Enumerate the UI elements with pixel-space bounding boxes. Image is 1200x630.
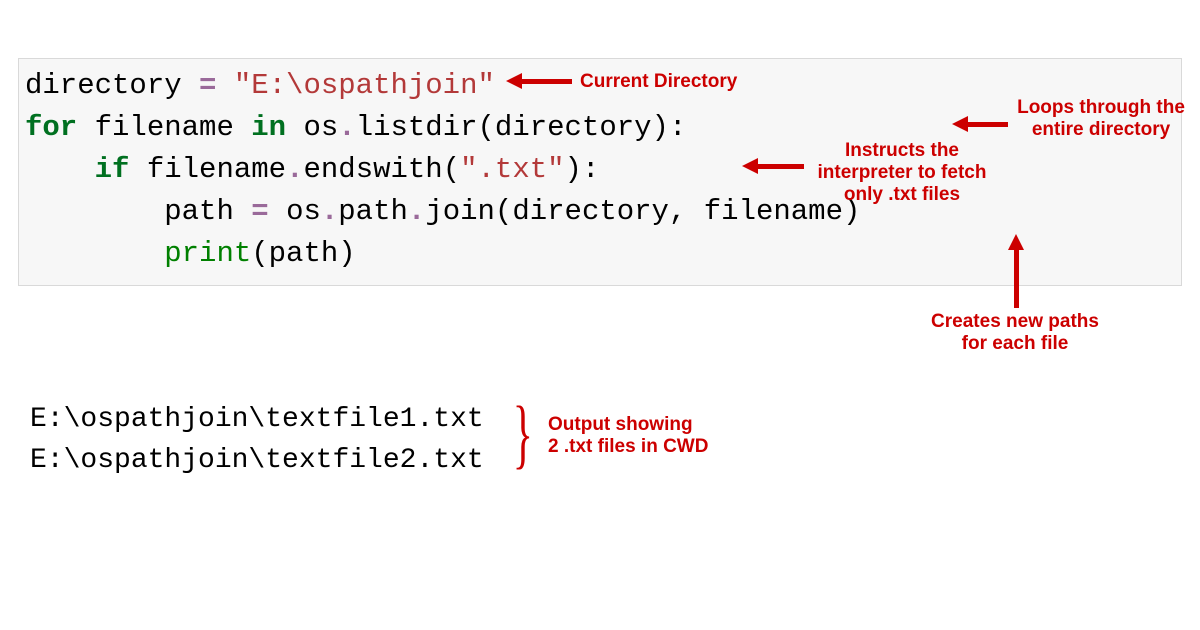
indent [25,195,164,228]
token-var: directory [25,69,199,102]
annotation-text: Instructs the [845,140,959,161]
annotation-text: Current Directory [580,71,737,92]
arrow-up-icon [1008,234,1024,308]
token-op: = [199,69,234,102]
token: os [286,111,338,144]
token: os [286,195,321,228]
arrow-left-icon [952,116,1008,132]
annotation-text: interpreter to fetch [818,162,987,183]
annotation-text: Creates new paths [931,311,1099,332]
token-keyword: in [251,111,286,144]
token-dot: . [408,195,425,228]
token: join(directory, filename) [425,195,860,228]
token: endswith( [303,153,460,186]
arrow-left-icon [742,158,804,174]
token-keyword: if [95,153,130,186]
annotation-text: entire directory [1032,119,1170,140]
token: path [338,195,408,228]
annotation-instructs-fetch: Instructs the interpreter to fetch only … [802,140,1002,206]
output-line-2: E:\ospathjoin\textfile2.txt [30,441,484,482]
code-line-4: path = os.path.join(directory, filename) [19,191,1181,233]
token-keyword: for [25,111,77,144]
annotation-text: for each file [962,333,1069,354]
annotation-text: Loops through the [1017,97,1185,118]
indent [25,237,164,270]
token-dot: . [338,111,355,144]
token-string: ".txt" [460,153,564,186]
annotation-text: 2 .txt files in CWD [548,436,708,457]
token: filename [77,111,251,144]
annotation-loops-directory: Loops through the entire directory [1010,97,1192,141]
token: path [164,195,251,228]
arrow-left-icon [506,73,572,89]
token-dot: . [286,153,303,186]
annotation-current-directory: Current Directory [580,71,737,93]
token-funcname: print [164,237,251,270]
token-op: = [251,195,286,228]
token: (path) [251,237,355,270]
token-dot: . [321,195,338,228]
token: filename [129,153,286,186]
brace-icon: } [513,397,533,474]
annotation-text: only .txt files [844,184,960,205]
annotation-text: Output showing [548,414,693,435]
indent [25,153,95,186]
output-line-1: E:\ospathjoin\textfile1.txt [30,400,484,441]
annotation-output-description: Output showing 2 .txt files in CWD [548,414,748,458]
token: ): [565,153,600,186]
code-line-3: if filename.endswith(".txt"): [19,149,1181,191]
annotation-creates-paths: Creates new paths for each file [908,311,1122,355]
output-panel: E:\ospathjoin\textfile1.txt E:\ospathjoi… [30,400,484,481]
token-string: "E:\ospathjoin" [234,69,495,102]
token: listdir(directory): [356,111,687,144]
code-line-5: print(path) [19,233,1181,275]
